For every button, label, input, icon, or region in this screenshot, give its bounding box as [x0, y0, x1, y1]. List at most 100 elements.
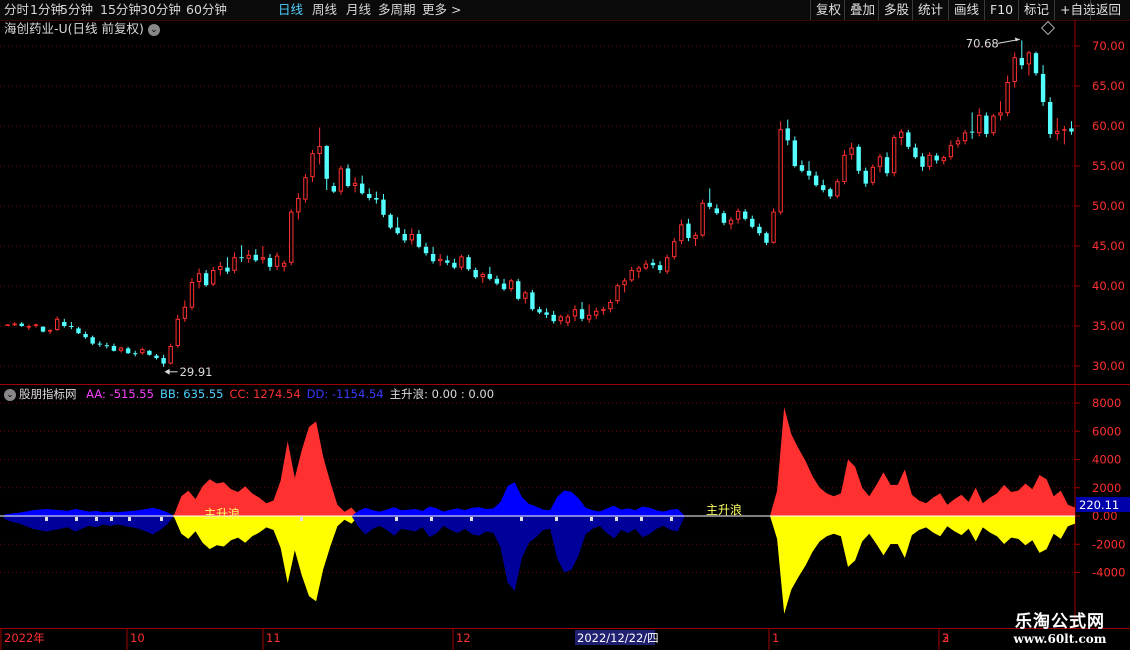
candle-body	[331, 186, 337, 192]
price-axis-label: 35.00	[1092, 319, 1125, 333]
indicator-value: BB: 635.55	[159, 387, 224, 401]
candle-body	[849, 147, 854, 155]
current-value-label: 220.11	[1079, 498, 1119, 512]
indicator-bar	[95, 517, 98, 521]
candle-body	[203, 273, 209, 286]
candle-body	[863, 170, 868, 184]
candle-body	[629, 270, 634, 281]
candle-body	[565, 316, 571, 323]
indicator-value: AA: -515.55	[86, 387, 154, 401]
arrow-icon	[164, 368, 170, 375]
indicator-bar	[555, 517, 558, 521]
candle-body	[991, 115, 996, 134]
candle-body	[785, 128, 790, 141]
candle-body	[615, 285, 620, 302]
signal-label: 主升浪	[706, 502, 742, 517]
candle-body	[650, 262, 656, 266]
candle-body	[693, 234, 698, 239]
price-axis-label: 60.00	[1092, 119, 1125, 133]
candle-body	[906, 132, 911, 147]
candle-body	[792, 140, 798, 166]
candle-body	[388, 214, 393, 228]
candle-body	[941, 157, 946, 162]
price-axis-label: 65.00	[1092, 79, 1125, 93]
candle-body	[636, 267, 641, 272]
indicator-axis-label: 6000	[1092, 424, 1121, 438]
candle-body	[459, 256, 464, 268]
candle-body	[586, 314, 592, 320]
candle-body	[40, 326, 46, 332]
candle-body	[26, 326, 32, 328]
candle-body	[537, 309, 542, 313]
candle-body	[920, 156, 925, 167]
indicator-bar	[45, 517, 48, 521]
candle-body	[842, 154, 847, 183]
candle-body	[657, 265, 663, 270]
candle-body	[267, 258, 273, 267]
date-axis-label: 1	[772, 631, 779, 645]
candle-body	[516, 281, 521, 299]
candle-body	[927, 154, 932, 167]
candle-body	[97, 343, 102, 345]
arrow-icon	[1014, 37, 1020, 42]
candle-body	[913, 147, 918, 158]
candle-body	[416, 234, 422, 247]
chart-canvas[interactable]: 70.00 65.00 60.00 55.00 50.00 45.00 40.00 35.00…	[0, 0, 1130, 650]
candle-body	[572, 309, 578, 317]
candle-body	[310, 153, 315, 178]
watermark-url: www.60lt.com	[1013, 632, 1107, 646]
indicator-value: CC: 1274.54	[229, 387, 301, 401]
signal-label: 主升浪	[204, 506, 240, 521]
candle-body	[260, 257, 266, 260]
candle-body	[409, 234, 415, 241]
candle-body	[189, 282, 195, 308]
date-axis-label: 10	[130, 631, 145, 645]
indicator-value: DD: -1154.54	[306, 387, 384, 401]
candle-body	[494, 278, 500, 284]
candle-body	[12, 323, 17, 326]
candle-body	[530, 292, 535, 310]
candle-body	[742, 211, 748, 219]
indicator-bar	[300, 517, 303, 521]
price-axis-label: 40.00	[1092, 279, 1125, 293]
chevron-down-icon[interactable]: ⌄	[4, 388, 16, 401]
candle-body	[274, 255, 280, 267]
candle-body	[707, 202, 712, 207]
indicator-bar	[640, 517, 643, 521]
candle-body	[161, 358, 166, 364]
candle-body	[806, 170, 812, 176]
candle-body	[501, 283, 507, 290]
candle-body	[54, 318, 60, 330]
candle-body	[69, 326, 74, 327]
price-axis-label: 55.00	[1092, 159, 1125, 173]
indicator-bar	[75, 517, 78, 521]
indicator-bar	[430, 517, 433, 521]
indicator-bar	[670, 517, 673, 521]
candle-body	[345, 168, 351, 186]
indicator-bar	[590, 517, 593, 521]
candle-body	[899, 131, 904, 139]
candle-body	[175, 318, 180, 346]
candle-body	[338, 168, 344, 192]
candle-body	[374, 198, 379, 200]
date-axis-label: 11	[266, 631, 281, 645]
price-axis-label: 70.00	[1092, 39, 1125, 53]
candle-body	[672, 241, 677, 258]
indicator-axis-label: -2000	[1092, 537, 1125, 551]
candle-body	[1012, 57, 1017, 82]
candle-body	[735, 210, 741, 220]
candle-body	[594, 310, 599, 316]
candle-body	[452, 262, 457, 268]
candle-body	[835, 181, 840, 197]
price-axis-label: 45.00	[1092, 239, 1125, 253]
candle-body	[721, 213, 727, 223]
candle-body	[558, 316, 563, 322]
candle-body	[47, 330, 53, 332]
date-axis-label: 2022年	[4, 631, 45, 645]
high-marker-label: 70.68	[966, 36, 999, 50]
candle-body	[423, 246, 429, 254]
candle-body	[891, 137, 897, 174]
candle-body	[714, 208, 720, 214]
candle-body	[324, 146, 329, 179]
candle-body	[232, 257, 237, 271]
